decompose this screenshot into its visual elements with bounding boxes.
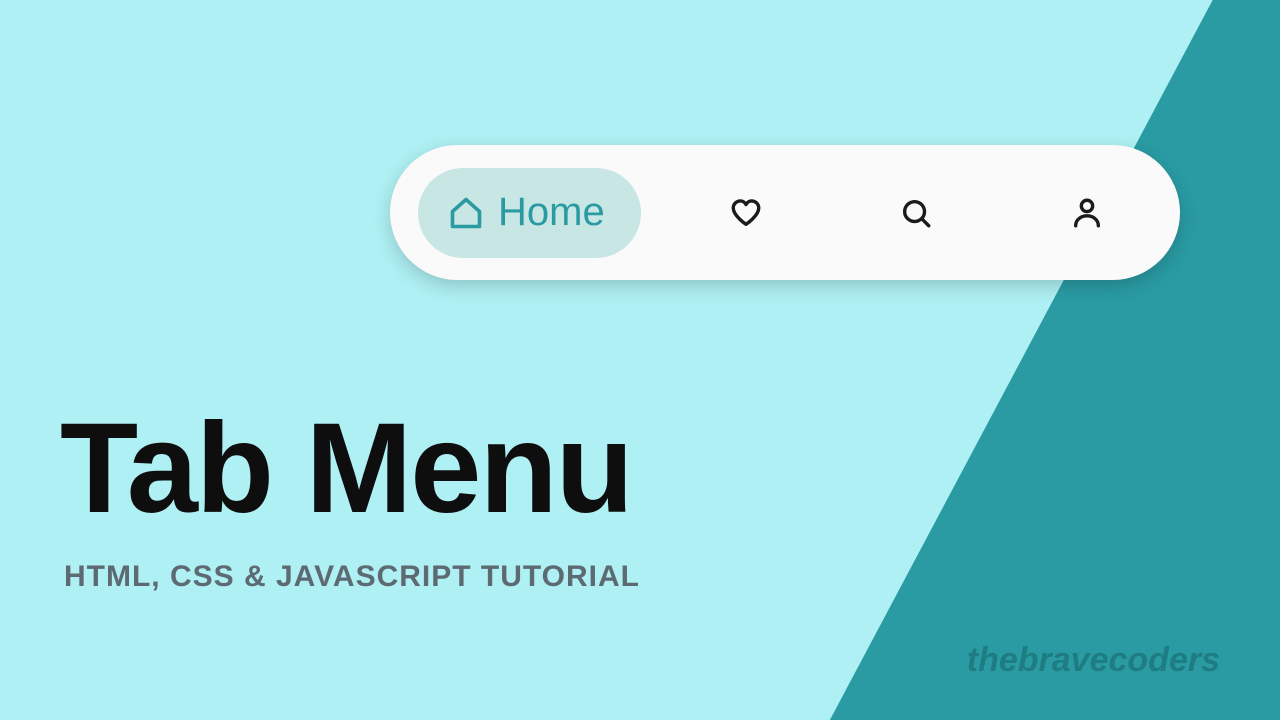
tab-profile[interactable] — [1022, 168, 1152, 258]
tab-home-label: Home — [498, 190, 605, 235]
person-icon — [1070, 196, 1104, 230]
tab-home[interactable]: Home — [418, 168, 641, 258]
main-title: Tab Menu — [60, 395, 632, 542]
thumbnail-stage: Home Tab Menu HTML, CSS & JAVASCRIPT TUT… — [0, 0, 1280, 720]
tab-search[interactable] — [851, 168, 981, 258]
search-icon — [899, 196, 933, 230]
brand-watermark: thebravecoders — [967, 641, 1220, 680]
diagonal-background — [0, 0, 1280, 720]
home-icon — [448, 195, 484, 231]
heart-icon — [729, 196, 763, 230]
tab-favorites[interactable] — [681, 168, 811, 258]
subtitle-text: HTML, CSS & JAVASCRIPT TUTORIAL — [64, 560, 640, 594]
tab-menu-bar: Home — [390, 145, 1180, 280]
